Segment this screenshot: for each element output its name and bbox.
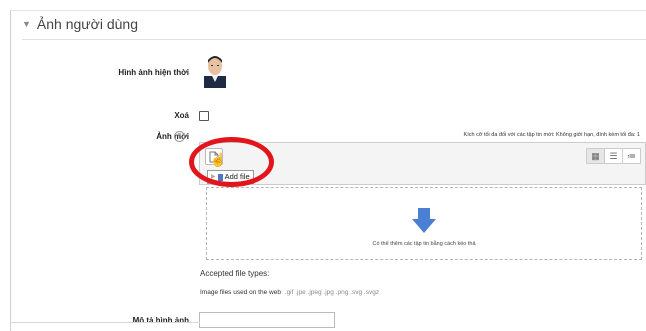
chevron-down-icon[interactable]: ▼	[22, 19, 31, 29]
add-file-tooltip: ▶ Add file	[207, 170, 254, 184]
accepted-types-list: Image files used on the web .gif .jpe .j…	[200, 289, 379, 296]
hand-cursor-icon: ☝	[210, 152, 227, 167]
help-icon[interactable]: ?	[174, 131, 185, 142]
image-description-label: Mô tả hình ảnh	[132, 316, 189, 325]
bottom-divider	[10, 322, 200, 323]
expand-arrow-icon: ▶	[211, 174, 216, 180]
current-picture-label: Hình ảnh hiện thời	[118, 68, 189, 77]
tree-view-icon[interactable]: ≔	[622, 148, 641, 164]
section-title: Ảnh người dùng	[36, 16, 138, 32]
section-divider	[22, 39, 646, 40]
tooltip-text: Add file	[224, 172, 250, 181]
drop-message: Có thể thêm các tập tin bằng cách kéo th…	[372, 241, 476, 247]
user-portrait-image	[201, 52, 229, 88]
filepicker: ▦ ☰ ≔	[199, 142, 646, 185]
file-icon	[217, 173, 223, 181]
view-buttons: ▦ ☰ ≔	[586, 148, 641, 164]
filepicker-toolbar: ▦ ☰ ≔	[200, 143, 645, 170]
accepted-types-group: Image files used on the web	[200, 289, 281, 296]
accepted-extensions: .gif .jpe .jpeg .jpg .png .svg .svgz	[284, 289, 380, 296]
delete-checkbox[interactable]	[199, 111, 209, 121]
list-view-icon[interactable]: ☰	[604, 148, 623, 164]
accepted-types-title: Accepted file types:	[200, 269, 270, 278]
down-arrow-icon	[412, 208, 436, 233]
size-limit-text: Kích cỡ tối đa đối với các tập tin mới: …	[463, 132, 640, 138]
grid-view-icon[interactable]: ▦	[586, 148, 605, 164]
section-header[interactable]: ▼ Ảnh người dùng	[22, 16, 138, 32]
file-drop-zone[interactable]: Có thể thêm các tập tin bằng cách kéo th…	[206, 187, 642, 260]
delete-label: Xoá	[174, 111, 189, 120]
image-description-input[interactable]	[199, 312, 335, 328]
